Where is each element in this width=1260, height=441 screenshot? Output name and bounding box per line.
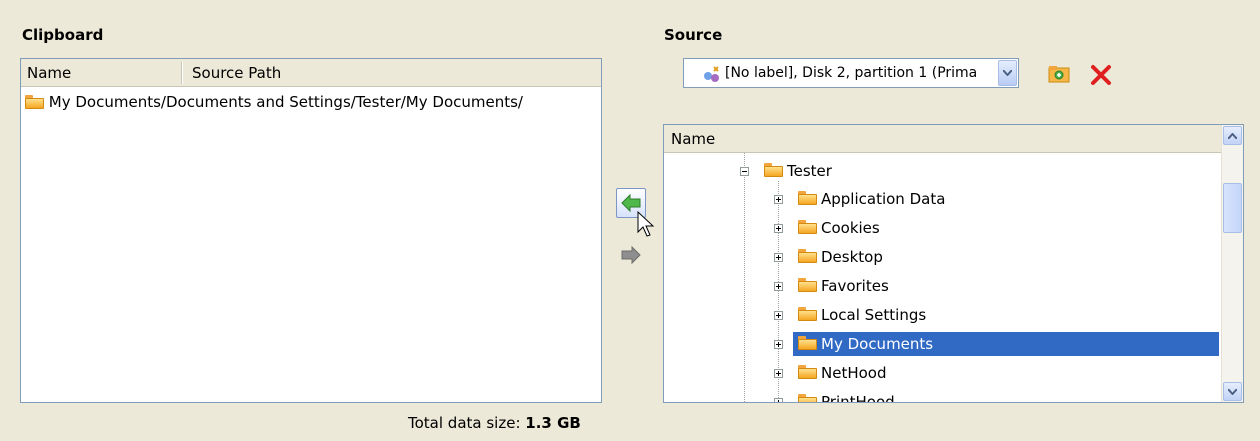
- tree-item-label: PrintHood: [821, 393, 895, 403]
- chevron-up-icon: [1228, 132, 1237, 139]
- tree-item-label: My Documents: [821, 335, 934, 353]
- expand-icon[interactable]: [774, 398, 783, 402]
- expand-icon[interactable]: [774, 369, 783, 378]
- folder-icon: [798, 191, 817, 205]
- clipboard-title: Clipboard: [22, 26, 104, 44]
- partition-icon: [704, 66, 719, 82]
- chevron-down-icon: [1228, 388, 1237, 395]
- total-data-size: Total data size: 1.3 GB: [408, 414, 581, 432]
- clipboard-row-name: My Documents: [48, 93, 161, 111]
- delete-x-icon: [1091, 65, 1111, 85]
- folder-icon: [798, 394, 817, 402]
- clipboard-list[interactable]: Name Source Path My Documents/Documents …: [20, 58, 602, 403]
- expand-icon[interactable]: [774, 340, 783, 349]
- folder-icon: [798, 249, 817, 263]
- mouse-cursor-icon: [637, 210, 655, 237]
- tree-item-label: NetHood: [821, 364, 887, 382]
- scroll-thumb[interactable]: [1223, 183, 1242, 233]
- clipboard-row-path: /Documents and Settings/Tester/My Docume…: [160, 93, 523, 111]
- delete-button[interactable]: [1086, 60, 1116, 90]
- scroll-up-button[interactable]: [1223, 126, 1242, 145]
- column-header-name[interactable]: Name: [27, 64, 71, 82]
- folder-icon: [798, 307, 817, 321]
- clipboard-header: Name Source Path: [21, 59, 601, 87]
- expand-icon[interactable]: [774, 224, 783, 233]
- arrow-right-icon: [621, 245, 641, 265]
- total-data-size-label: Total data size:: [408, 414, 521, 432]
- folder-icon: [798, 365, 817, 379]
- new-folder-icon: [1048, 66, 1070, 83]
- new-folder-button[interactable]: [1044, 59, 1074, 89]
- tree-item-label: Local Settings: [821, 306, 927, 324]
- remove-from-clipboard-button[interactable]: [616, 240, 646, 270]
- source-tree[interactable]: Name Tester Application Data Cookies Des…: [663, 124, 1244, 403]
- total-data-size-value: 1.3 GB: [525, 414, 581, 432]
- folder-icon: [25, 95, 44, 109]
- folder-icon: [764, 163, 783, 177]
- collapse-icon[interactable]: [740, 167, 749, 176]
- tree-item-label: Tester: [787, 162, 832, 180]
- clipboard-row[interactable]: My Documents/Documents and Settings/Test…: [25, 93, 523, 111]
- partition-select[interactable]: [No label], Disk 2, partition 1 (Prima: [683, 58, 1019, 88]
- folder-icon: [798, 336, 817, 350]
- column-header-source-path[interactable]: Source Path: [192, 64, 281, 82]
- source-title: Source: [664, 26, 723, 44]
- tree-item-label: Cookies: [821, 219, 880, 237]
- expand-icon[interactable]: [774, 195, 783, 204]
- tree-guide-line: [744, 153, 745, 402]
- tree-item-my-documents[interactable]: My Documents: [664, 330, 1219, 358]
- column-header-tree-name[interactable]: Name: [671, 130, 715, 148]
- tree-scrollbar[interactable]: [1221, 125, 1243, 402]
- expand-icon[interactable]: [774, 311, 783, 320]
- scroll-down-button[interactable]: [1223, 382, 1242, 401]
- expand-icon[interactable]: [774, 253, 783, 262]
- folder-icon: [798, 278, 817, 292]
- tree-item-label: Desktop: [821, 248, 883, 266]
- tree-header: Name: [664, 125, 1227, 153]
- chevron-down-icon[interactable]: [998, 60, 1017, 86]
- tree-item-label: Favorites: [821, 277, 889, 295]
- tree-item-label: Application Data: [821, 190, 946, 208]
- partition-select-value: [No label], Disk 2, partition 1 (Prima: [725, 65, 978, 81]
- expand-icon[interactable]: [774, 282, 783, 291]
- column-separator[interactable]: [181, 62, 183, 84]
- folder-icon: [798, 220, 817, 234]
